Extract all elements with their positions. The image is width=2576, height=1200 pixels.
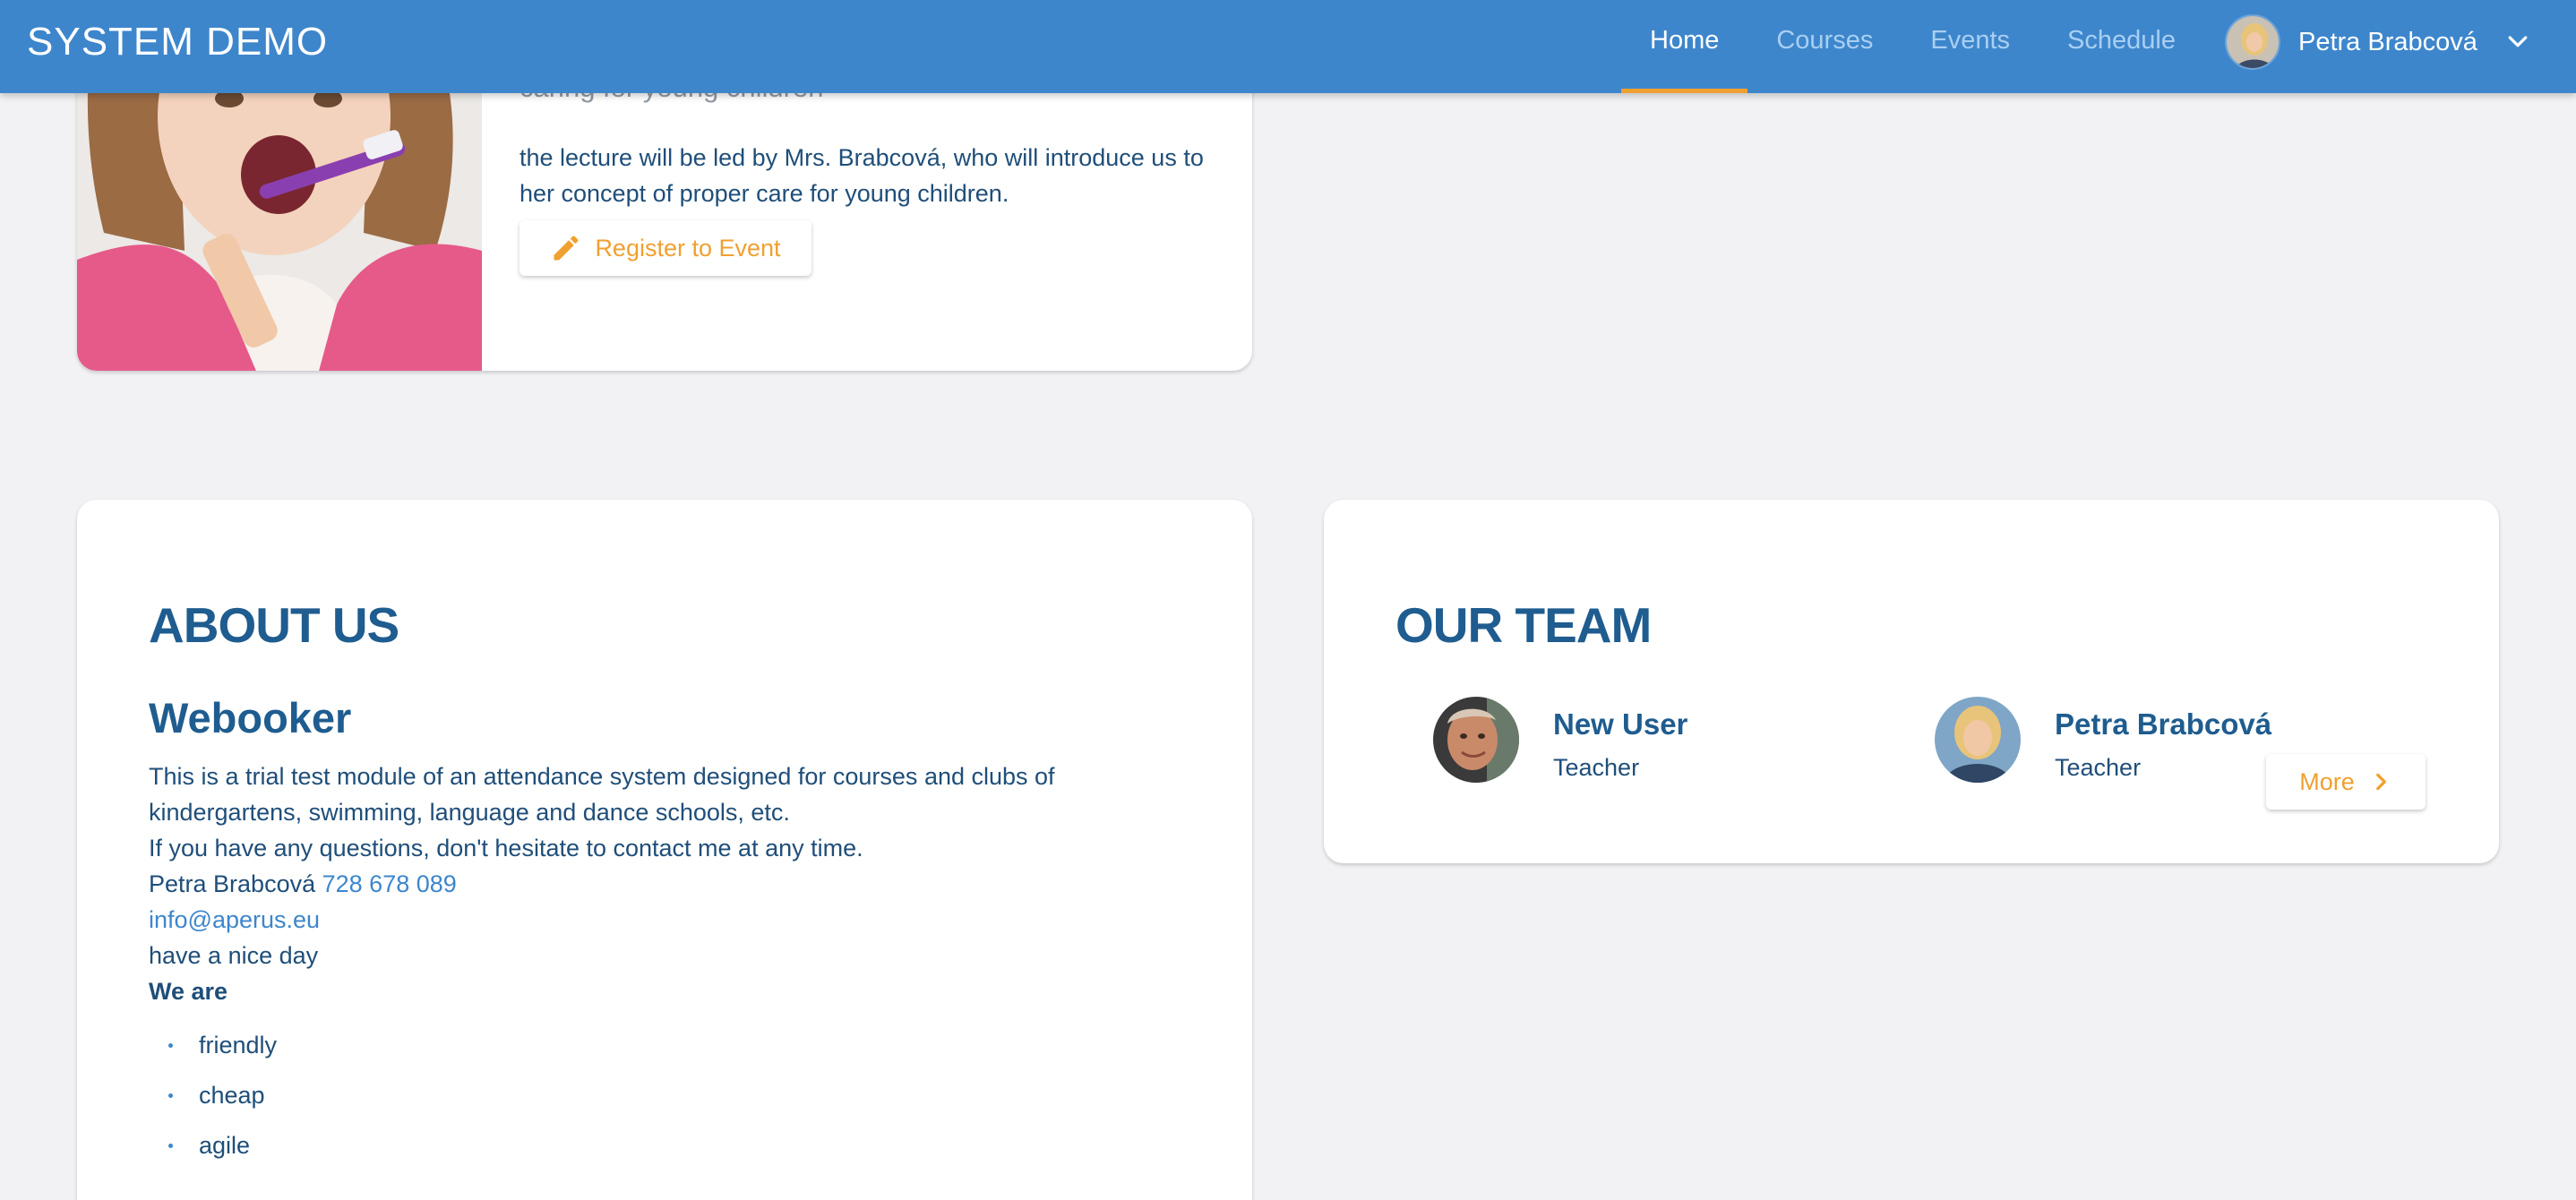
nav-tab-events[interactable]: Events <box>1902 0 2039 93</box>
about-us-title: ABOUT US <box>149 597 399 653</box>
about-us-text: This is a trial test module of an attend… <box>149 759 1206 1009</box>
nav-tab-home[interactable]: Home <box>1621 0 1748 93</box>
pencil-icon <box>554 236 579 261</box>
contact-line: Petra Brabcová 728 678 089 <box>149 866 1206 902</box>
register-event-button[interactable]: Register to Event <box>519 220 811 276</box>
team-member-new-user[interactable]: New User Teacher <box>1433 697 1688 783</box>
member-name: Petra Brabcová <box>2055 707 2272 741</box>
about-us-subtitle: Webooker <box>149 694 352 741</box>
member-name: New User <box>1553 707 1688 741</box>
main-nav: Home Courses Events Schedule <box>1621 0 2204 93</box>
about-line-1: This is a trial test module of an attend… <box>149 763 1055 826</box>
brand-title[interactable]: SYSTEM DEMO <box>27 0 328 84</box>
email-link[interactable]: info@aperus.eu <box>149 906 320 933</box>
more-team-button[interactable]: More <box>2266 754 2426 810</box>
top-app-bar: SYSTEM DEMO Home Courses Events Schedule… <box>0 0 2576 93</box>
about-line-2: If you have any questions, don't hesitat… <box>149 835 863 861</box>
user-menu[interactable]: Petra Brabcová <box>2225 0 2531 84</box>
event-description: the lecture will be led by Mrs. Brabcová… <box>519 144 1204 207</box>
about-us-card: ABOUT US Webooker This is a trial test m… <box>77 500 1252 1200</box>
nav-tab-schedule[interactable]: Schedule <box>2039 0 2204 93</box>
chevron-right-icon <box>2375 773 2386 791</box>
nav-tab-courses[interactable]: Courses <box>1747 0 1902 93</box>
chevron-down-icon <box>2508 36 2528 47</box>
we-are-label: We are <box>149 978 228 1005</box>
list-item: friendly <box>149 1020 1206 1070</box>
list-item: cheap <box>149 1070 1206 1120</box>
phone-link[interactable]: 728 678 089 <box>322 870 457 897</box>
member-avatar <box>1935 697 2021 783</box>
register-event-label: Register to Event <box>595 234 781 261</box>
user-name: Petra Brabcová <box>2298 27 2477 56</box>
contact-name: Petra Brabcová <box>149 870 316 897</box>
team-member-petra[interactable]: Petra Brabcová Teacher <box>1935 697 2272 783</box>
our-team-card: OUR TEAM New User Teacher Petra Brabcová… <box>1324 500 2499 863</box>
our-team-title: OUR TEAM <box>1395 597 1652 653</box>
list-item: agile <box>149 1120 1206 1170</box>
member-avatar <box>1433 697 1519 783</box>
user-avatar <box>2225 14 2280 70</box>
member-role: Teacher <box>2055 754 2142 781</box>
greeting-text: have a nice day <box>149 942 319 969</box>
more-label: More <box>2299 767 2355 795</box>
member-role: Teacher <box>1553 754 1640 781</box>
traits-list: friendly cheap agile <box>149 1020 1206 1170</box>
